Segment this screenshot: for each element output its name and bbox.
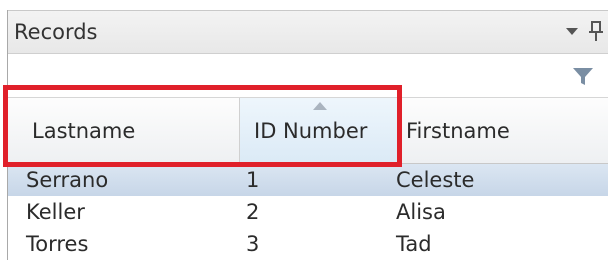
- cell-firstname: Alisa: [396, 200, 446, 224]
- panel-title: Records: [14, 20, 98, 44]
- cell-id-number: 1: [246, 168, 260, 192]
- column-header-id-number[interactable]: ID Number: [240, 98, 398, 163]
- cell-lastname: Serrano: [26, 168, 109, 192]
- column-header-label: Lastname: [32, 119, 136, 143]
- column-header-row: Lastname ID Number Firstname: [8, 98, 608, 164]
- column-header-lastname[interactable]: Lastname: [8, 98, 240, 163]
- cell-lastname: Torres: [26, 232, 89, 256]
- cell-firstname: Celeste: [396, 168, 475, 192]
- cell-id-number: 3: [246, 232, 260, 256]
- column-header-firstname[interactable]: Firstname: [398, 98, 608, 163]
- table-row[interactable]: Keller 2 Alisa: [8, 196, 608, 228]
- cell-lastname: Keller: [26, 200, 85, 224]
- cell-id-number: 2: [246, 200, 260, 224]
- filter-input[interactable]: [8, 54, 560, 97]
- panel-title-bar: Records: [8, 10, 608, 54]
- cell-firstname: Tad: [396, 232, 432, 256]
- table-row[interactable]: Serrano 1 Celeste: [8, 164, 608, 196]
- records-panel: Records Lastname ID Number Firstname Ser…: [0, 0, 608, 260]
- table-row[interactable]: Torres 3 Tad: [8, 228, 608, 260]
- chevron-down-icon[interactable]: [563, 21, 581, 41]
- column-header-label: ID Number: [254, 119, 368, 143]
- sort-ascending-icon: [313, 102, 327, 110]
- funnel-icon[interactable]: [571, 64, 595, 88]
- pin-icon[interactable]: [588, 20, 604, 42]
- column-header-label: Firstname: [406, 119, 510, 143]
- filter-row: [8, 54, 608, 98]
- records-table-body: Serrano 1 Celeste Keller 2 Alisa Torres …: [8, 164, 608, 260]
